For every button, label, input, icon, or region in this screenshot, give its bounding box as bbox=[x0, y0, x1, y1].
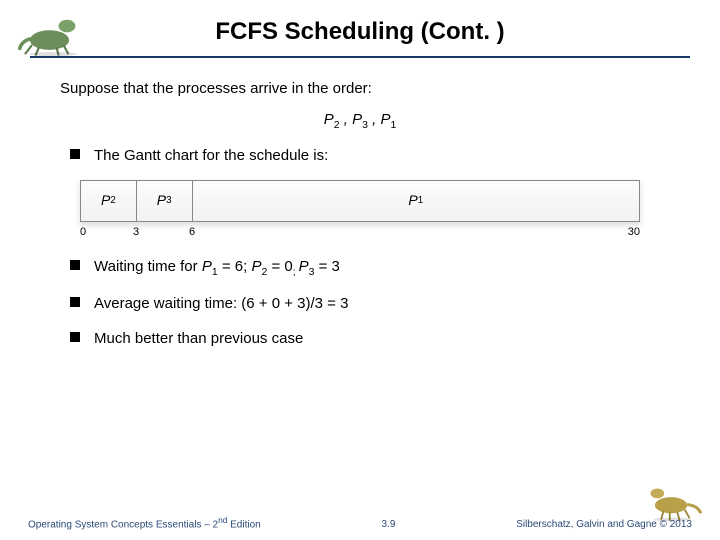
gantt-tick: 0 bbox=[80, 225, 86, 240]
bullet-better: Much better than previous case bbox=[70, 328, 660, 349]
footer-right: Silberschatz, Galvin and Gagne © 2013 bbox=[516, 519, 692, 530]
gantt-tick: 30 bbox=[628, 225, 640, 240]
slide-content: Suppose that the processes arrive in the… bbox=[0, 58, 720, 349]
bullet-gantt: The Gantt chart for the schedule is: bbox=[70, 145, 660, 166]
process-order: P2 , P3 , P1 bbox=[60, 109, 660, 133]
gantt-segment: P3 bbox=[137, 181, 193, 221]
footer-page-number: 3.9 bbox=[382, 519, 396, 530]
title-underline bbox=[30, 56, 690, 58]
bullet-waiting-time: Waiting time for P1 = 6; P2 = 0; P3 = 3 bbox=[70, 256, 660, 280]
gantt-segment: P1 bbox=[193, 181, 639, 221]
gantt-ticks: 0 3 6 30 bbox=[80, 222, 640, 238]
gantt-bar: P2P3P1 bbox=[80, 180, 640, 222]
gantt-chart: P2P3P1 0 3 6 30 bbox=[80, 180, 640, 238]
gantt-segment: P2 bbox=[81, 181, 137, 221]
header: FCFS Scheduling (Cont. ) bbox=[0, 0, 720, 58]
dinosaur-left-icon bbox=[18, 6, 88, 56]
bullet-average: Average waiting time: (6 + 0 + 3)/3 = 3 bbox=[70, 293, 660, 314]
intro-text: Suppose that the processes arrive in the… bbox=[60, 78, 660, 99]
footer: Operating System Concepts Essentials – 2… bbox=[0, 515, 720, 530]
footer-left: Operating System Concepts Essentials – 2… bbox=[28, 515, 261, 530]
gantt-tick: 3 bbox=[133, 225, 139, 240]
page-title: FCFS Scheduling (Cont. ) bbox=[0, 18, 720, 46]
gantt-tick: 6 bbox=[189, 225, 195, 240]
